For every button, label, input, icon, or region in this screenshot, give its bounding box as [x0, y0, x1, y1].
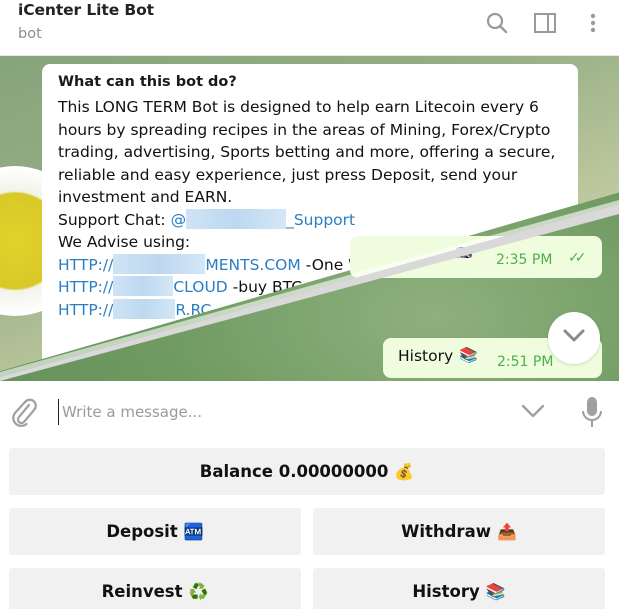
- bot-description: This LONG TERM Bot is designed to help e…: [58, 98, 556, 206]
- support-label: Support Chat:: [58, 210, 171, 229]
- message-time: 2:35 PM: [496, 252, 553, 268]
- link-2[interactable]: HTTP://CLOUD: [58, 276, 228, 296]
- advise-label: We Advise using:: [58, 233, 191, 251]
- chat-history[interactable]: What can this bot do? This LONG TERM Bot…: [0, 56, 619, 381]
- books-emoji: 📚: [459, 346, 478, 364]
- message-time: 2:51 PM: [497, 354, 554, 370]
- link-3[interactable]: HTTP://R.RC: [58, 298, 211, 319]
- chevron-down-icon: [563, 329, 585, 342]
- recycle-icon: ♻️: [188, 582, 209, 601]
- money-bag-icon: 💰: [394, 462, 415, 481]
- bot-keyboard: Balance 0.00000000 💰 Deposit 🏧 Withdraw 📤 R…: [0, 443, 619, 609]
- bot-keyboard-toggle-icon[interactable]: [520, 401, 546, 421]
- atm-icon: 🏧: [183, 522, 204, 541]
- attach-icon[interactable]: [10, 398, 38, 428]
- message-input[interactable]: [58, 399, 498, 425]
- redacted-text: [186, 208, 287, 229]
- redacted-text: [113, 253, 206, 274]
- reinvest-button[interactable]: Reinvest ♻️: [9, 568, 301, 609]
- search-icon[interactable]: [484, 10, 510, 36]
- more-vertical-icon[interactable]: [580, 10, 606, 36]
- chat-header: iCenter Lite Bot bot: [0, 0, 619, 56]
- microphone-icon[interactable]: [580, 395, 604, 429]
- sidebar-toggle-icon[interactable]: [532, 10, 558, 36]
- message-text: History: [398, 347, 454, 365]
- redacted-text: [113, 298, 176, 319]
- books-icon: 📚: [485, 582, 506, 601]
- support-chat-link[interactable]: @ _Support: [171, 208, 355, 229]
- balance-button[interactable]: Balance 0.00000000 💰: [9, 448, 605, 495]
- withdraw-button[interactable]: Withdraw 📤: [313, 508, 605, 555]
- message-composer: [0, 381, 619, 443]
- chat-subtitle: bot: [18, 26, 42, 42]
- bot-info-heading: What can this bot do?: [58, 74, 237, 90]
- chat-title[interactable]: iCenter Lite Bot: [18, 1, 154, 19]
- link-1[interactable]: HTTP://MENTS.COM: [58, 253, 301, 274]
- outbox-icon: 📤: [496, 522, 517, 541]
- history-button[interactable]: History 📚: [313, 568, 605, 609]
- read-receipt-icon: ✓✓: [568, 250, 587, 266]
- scroll-down-button[interactable]: [548, 312, 600, 364]
- outgoing-message-flag: 🇬🇧 2:35 PM ✓✓: [350, 236, 602, 278]
- deposit-button[interactable]: Deposit 🏧: [9, 508, 301, 555]
- redacted-text: [113, 276, 174, 296]
- flag-emoji: 🇬🇧: [456, 246, 473, 261]
